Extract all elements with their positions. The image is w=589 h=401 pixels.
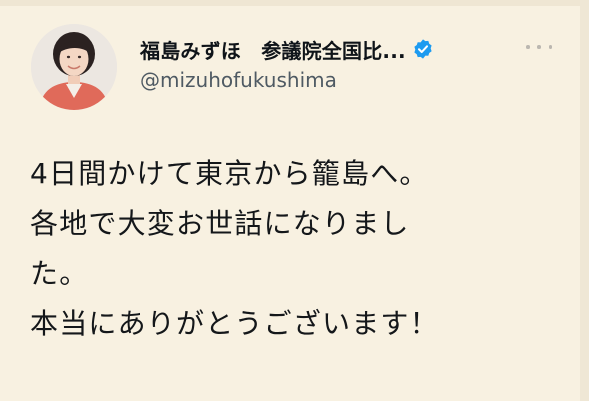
more-dot [537,45,541,49]
tweet-text-line: 本当にありがとうございます！ [30,307,439,340]
tweet-text: 4日間かけて東京から籠島へ。 各地で大変お世話になりまし た。 本当にありがとう… [30,149,550,349]
right-edge [580,0,589,401]
author-avatar[interactable] [31,24,117,110]
verified-badge-icon [414,39,432,59]
author-handle[interactable]: @mizuhofukushima [140,68,540,92]
top-divider [0,0,589,6]
tweet-header: 福島みずほ 参議院全国比... @mizuhofukushima [140,36,540,92]
author-display-name[interactable]: 福島みずほ 参議院全国比... [140,35,406,64]
more-dot [526,45,530,49]
tweet-text-line: た。 [30,257,89,290]
tweet-text-line: 4日間かけて東京から籠島へ。 [30,157,429,190]
more-dot [548,45,552,49]
tweet-text-line: 各地で大変お世話になりまし [30,207,410,240]
avatar-photo [31,24,117,110]
author-name-row: 福島みずほ 参議院全国比... [140,35,540,64]
more-options-icon[interactable] [526,38,552,56]
